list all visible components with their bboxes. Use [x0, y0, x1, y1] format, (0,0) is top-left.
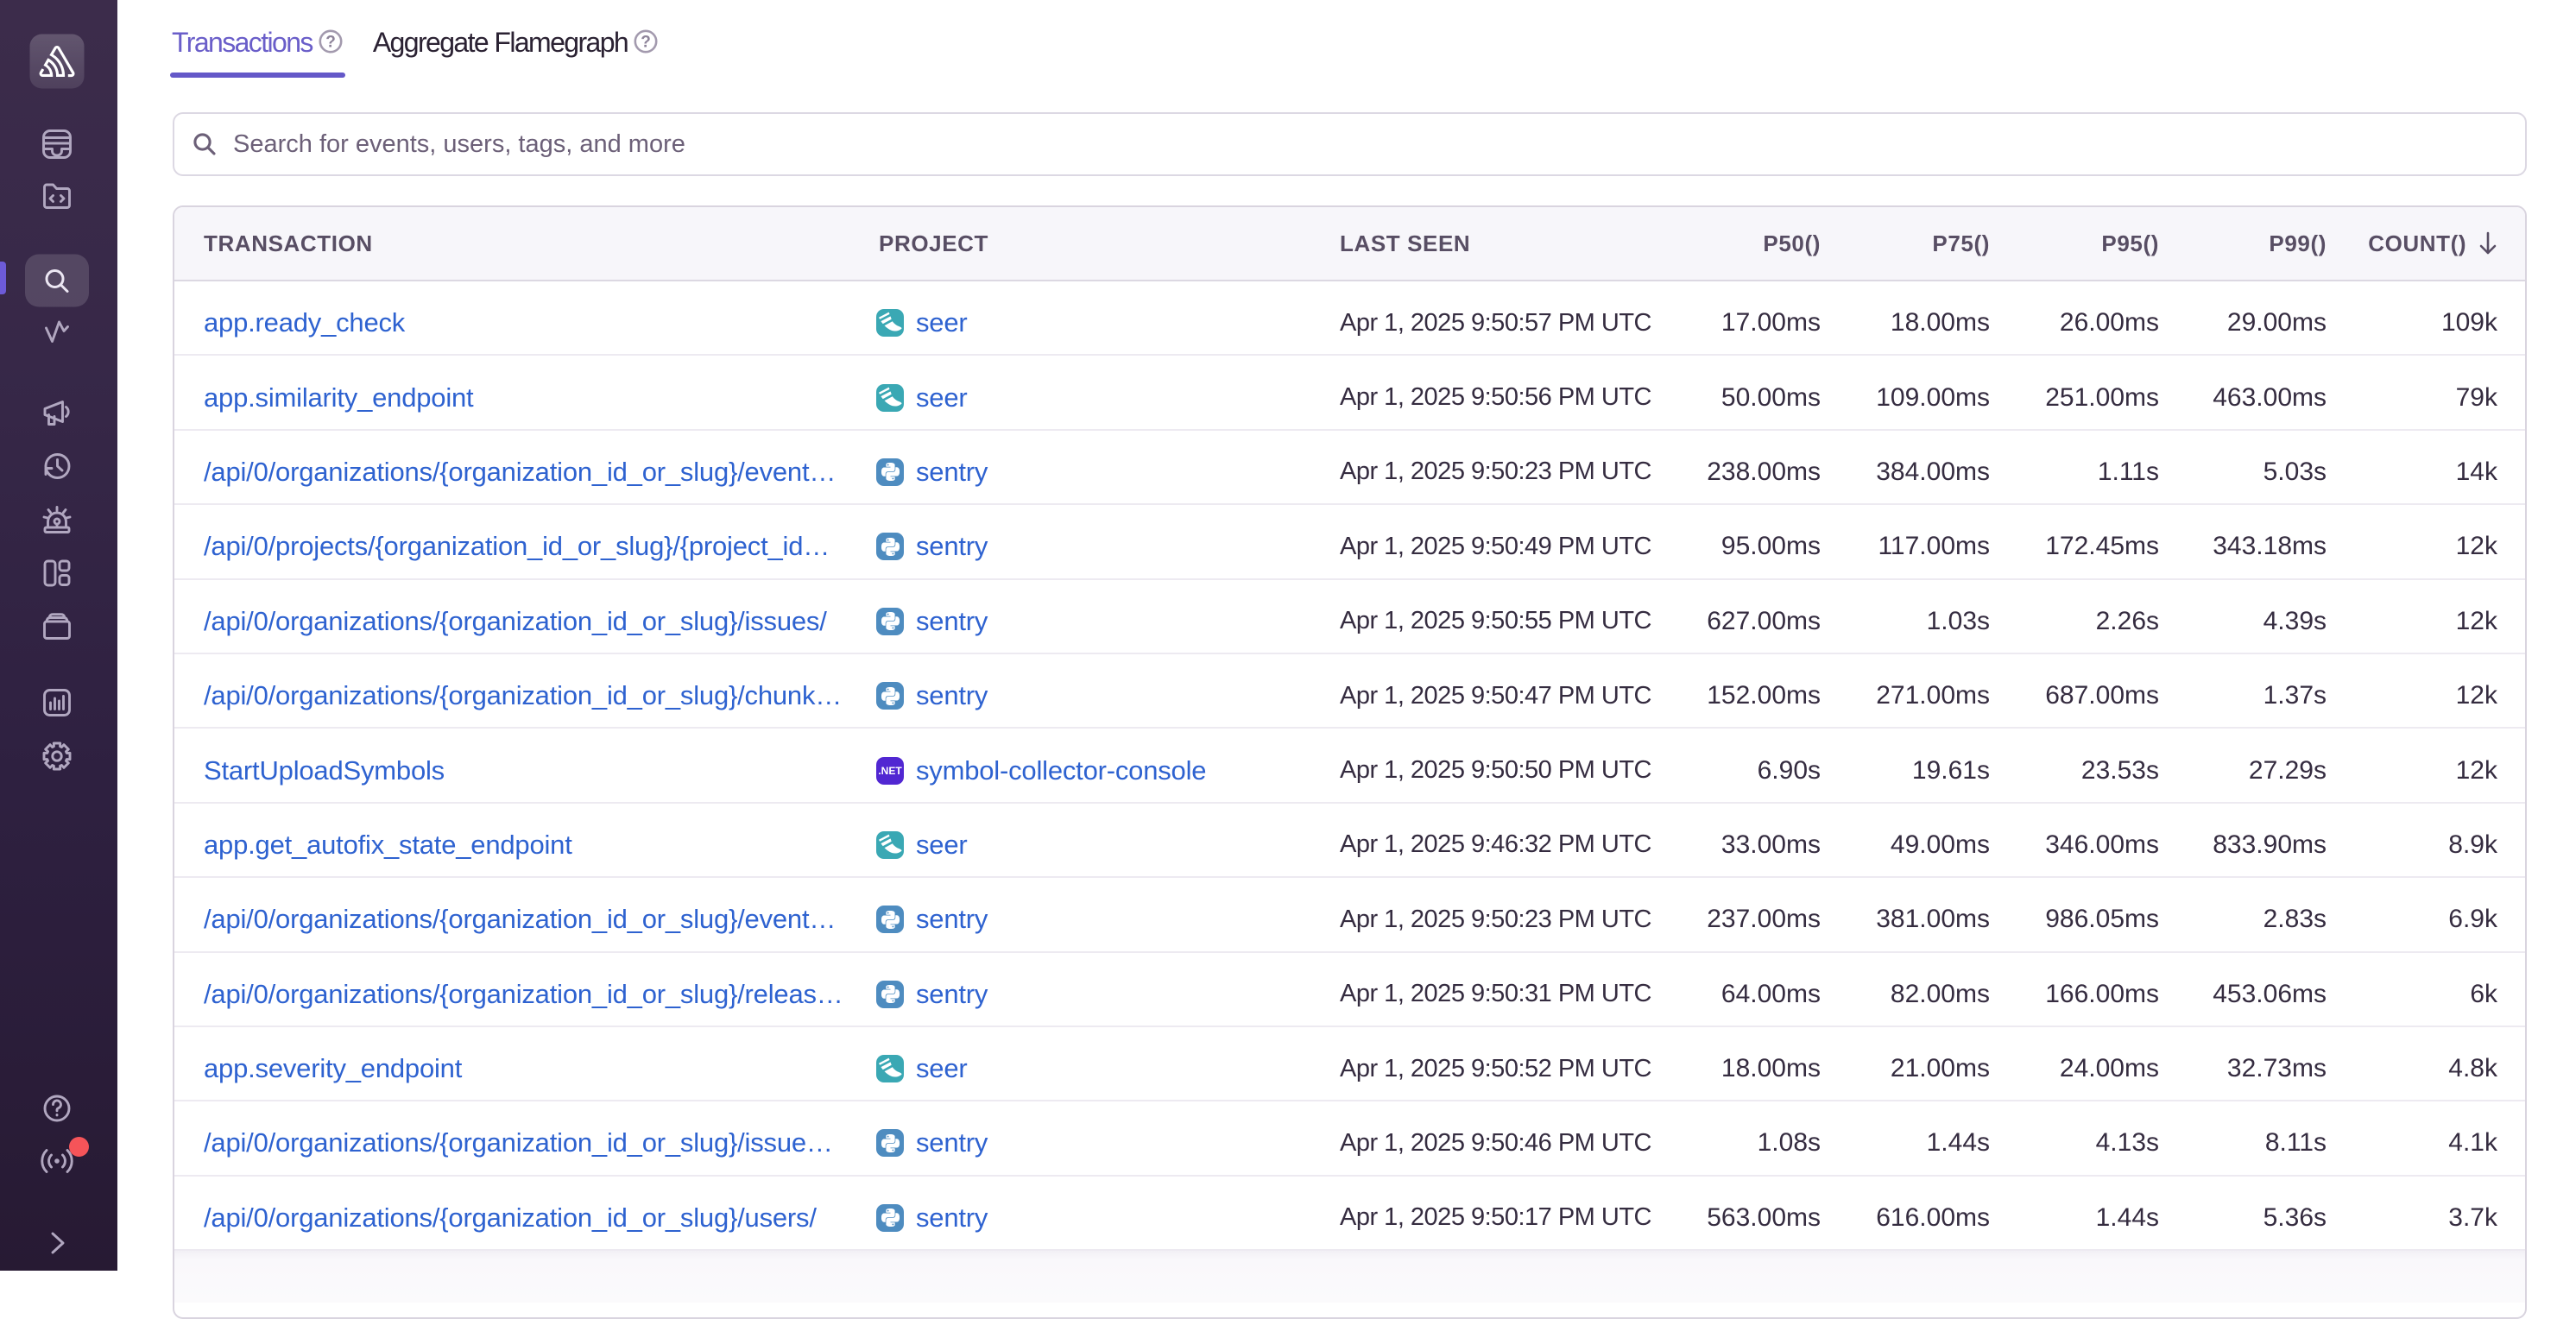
svg-text:?: ?	[641, 34, 651, 52]
svg-text:?: ?	[325, 34, 336, 52]
